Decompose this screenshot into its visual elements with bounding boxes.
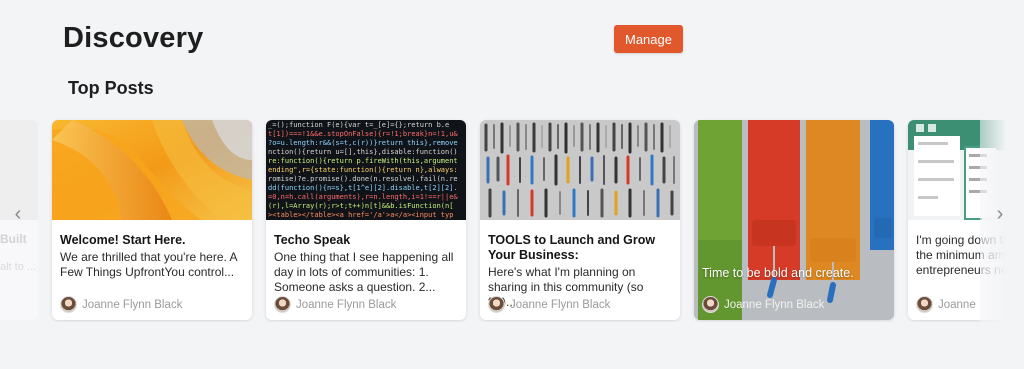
post-image xyxy=(694,120,894,320)
post-image xyxy=(480,120,680,220)
post-card[interactable]: Welcome! Start Here. We are thrilled tha… xyxy=(52,120,252,320)
code-screen-image: _=();function F(e){var t=_[e]={};return … xyxy=(266,120,466,220)
top-posts-carousel: Built alt to ... Welcome! Start Here. We… xyxy=(0,118,1024,322)
avatar xyxy=(702,296,719,313)
author-name: Joanne Flynn Black xyxy=(510,298,611,311)
svg-text:nction(){return u=[],this},dis: nction(){return u=[],this},disable:funct… xyxy=(268,148,458,156)
tools-flatlay-image xyxy=(480,120,680,220)
svg-text:(r),l=Array(r);r>t;t++)n[t]&&b: (r),l=Array(r);r>t;t++)n[t]&&b.isFunctio… xyxy=(268,202,453,210)
post-author[interactable]: Joanne Flynn Black xyxy=(274,296,396,313)
post-excerpt: One thing that I see happening all day i… xyxy=(274,250,454,294)
post-card[interactable]: TOOLS to Launch and Grow Your Business: … xyxy=(480,120,680,320)
page-title: Discovery xyxy=(63,22,204,54)
avatar xyxy=(274,296,291,313)
post-card[interactable]: _=();function F(e){var t=_[e]={};return … xyxy=(266,120,466,320)
svg-text:dd(function(){n=s},t[1^e][2].d: dd(function(){n=s},t[1^e][2].disable,t[2… xyxy=(268,184,458,192)
post-title[interactable]: Techo Speak xyxy=(274,233,458,248)
svg-text:t[1])===!1&&e.stopOnFalse){r=!: t[1])===!1&&e.stopOnFalse){r=!1;break}n=… xyxy=(268,130,458,138)
post-title: Built xyxy=(0,232,27,246)
svg-text:romise)?e.promise().done(n.res: romise)?e.promise().done(n.resolve).fail… xyxy=(268,175,458,183)
post-author[interactable]: Joanne Flynn Black xyxy=(488,296,610,313)
svg-text:re:function(){return p.fireWit: re:function(){return p.fireWith(this,arg… xyxy=(268,157,458,165)
post-title[interactable]: TOOLS to Launch and Grow Your Business: xyxy=(488,233,672,263)
post-card[interactable]: Time to be bold and create. Joanne Flynn… xyxy=(694,120,894,320)
svg-text:ending",r={state:function(){re: ending",r={state:function(){return n},al… xyxy=(268,166,458,174)
section-title-top-posts: Top Posts xyxy=(68,78,154,98)
author-name: Joanne Flynn Black xyxy=(724,298,825,311)
author-name: Joanne Flynn Black xyxy=(296,298,397,311)
author-name: Joanne Flynn Black xyxy=(82,298,183,311)
post-author[interactable]: Joanne xyxy=(916,296,976,313)
post-image xyxy=(52,120,252,220)
svg-text:?o=u.length:r&&(s=t,c(r))}retu: ?o=u.length:r&&(s=t,c(r))}return this},r… xyxy=(268,139,458,147)
post-title[interactable]: Welcome! Start Here. xyxy=(60,233,244,248)
avatar xyxy=(488,296,505,313)
post-title-overlay[interactable]: Time to be bold and create. xyxy=(702,266,854,280)
post-excerpt: We are thrilled that you're here. A Few … xyxy=(60,250,237,279)
svg-text:=0,n=h.call(arguments),r=n.len: =0,n=h.call(arguments),r=n.length,i=1!==… xyxy=(268,193,458,201)
avatar xyxy=(60,296,77,313)
carousel-next-arrow-icon[interactable]: › xyxy=(992,203,1008,226)
svg-text:><table></table><a href='/a'>a: ><table></table><a href='/a'>a</a><input… xyxy=(268,211,453,219)
avatar xyxy=(916,296,933,313)
paint-rollers-image xyxy=(694,120,894,320)
post-image: _=();function F(e){var t=_[e]={};return … xyxy=(266,120,466,220)
carousel-prev-arrow-icon[interactable]: ‹ xyxy=(10,203,26,226)
svg-text:_=();function F(e){var t=_[e]=: _=();function F(e){var t=_[e]={};return … xyxy=(268,121,449,129)
orange-abstract-image xyxy=(52,120,252,220)
post-author[interactable]: Joanne Flynn Black xyxy=(60,296,182,313)
post-author[interactable]: Joanne Flynn Black xyxy=(702,296,824,313)
author-name: Joanne xyxy=(938,298,976,311)
manage-button[interactable]: Manage xyxy=(614,25,683,53)
post-excerpt: alt to ... xyxy=(0,261,37,273)
